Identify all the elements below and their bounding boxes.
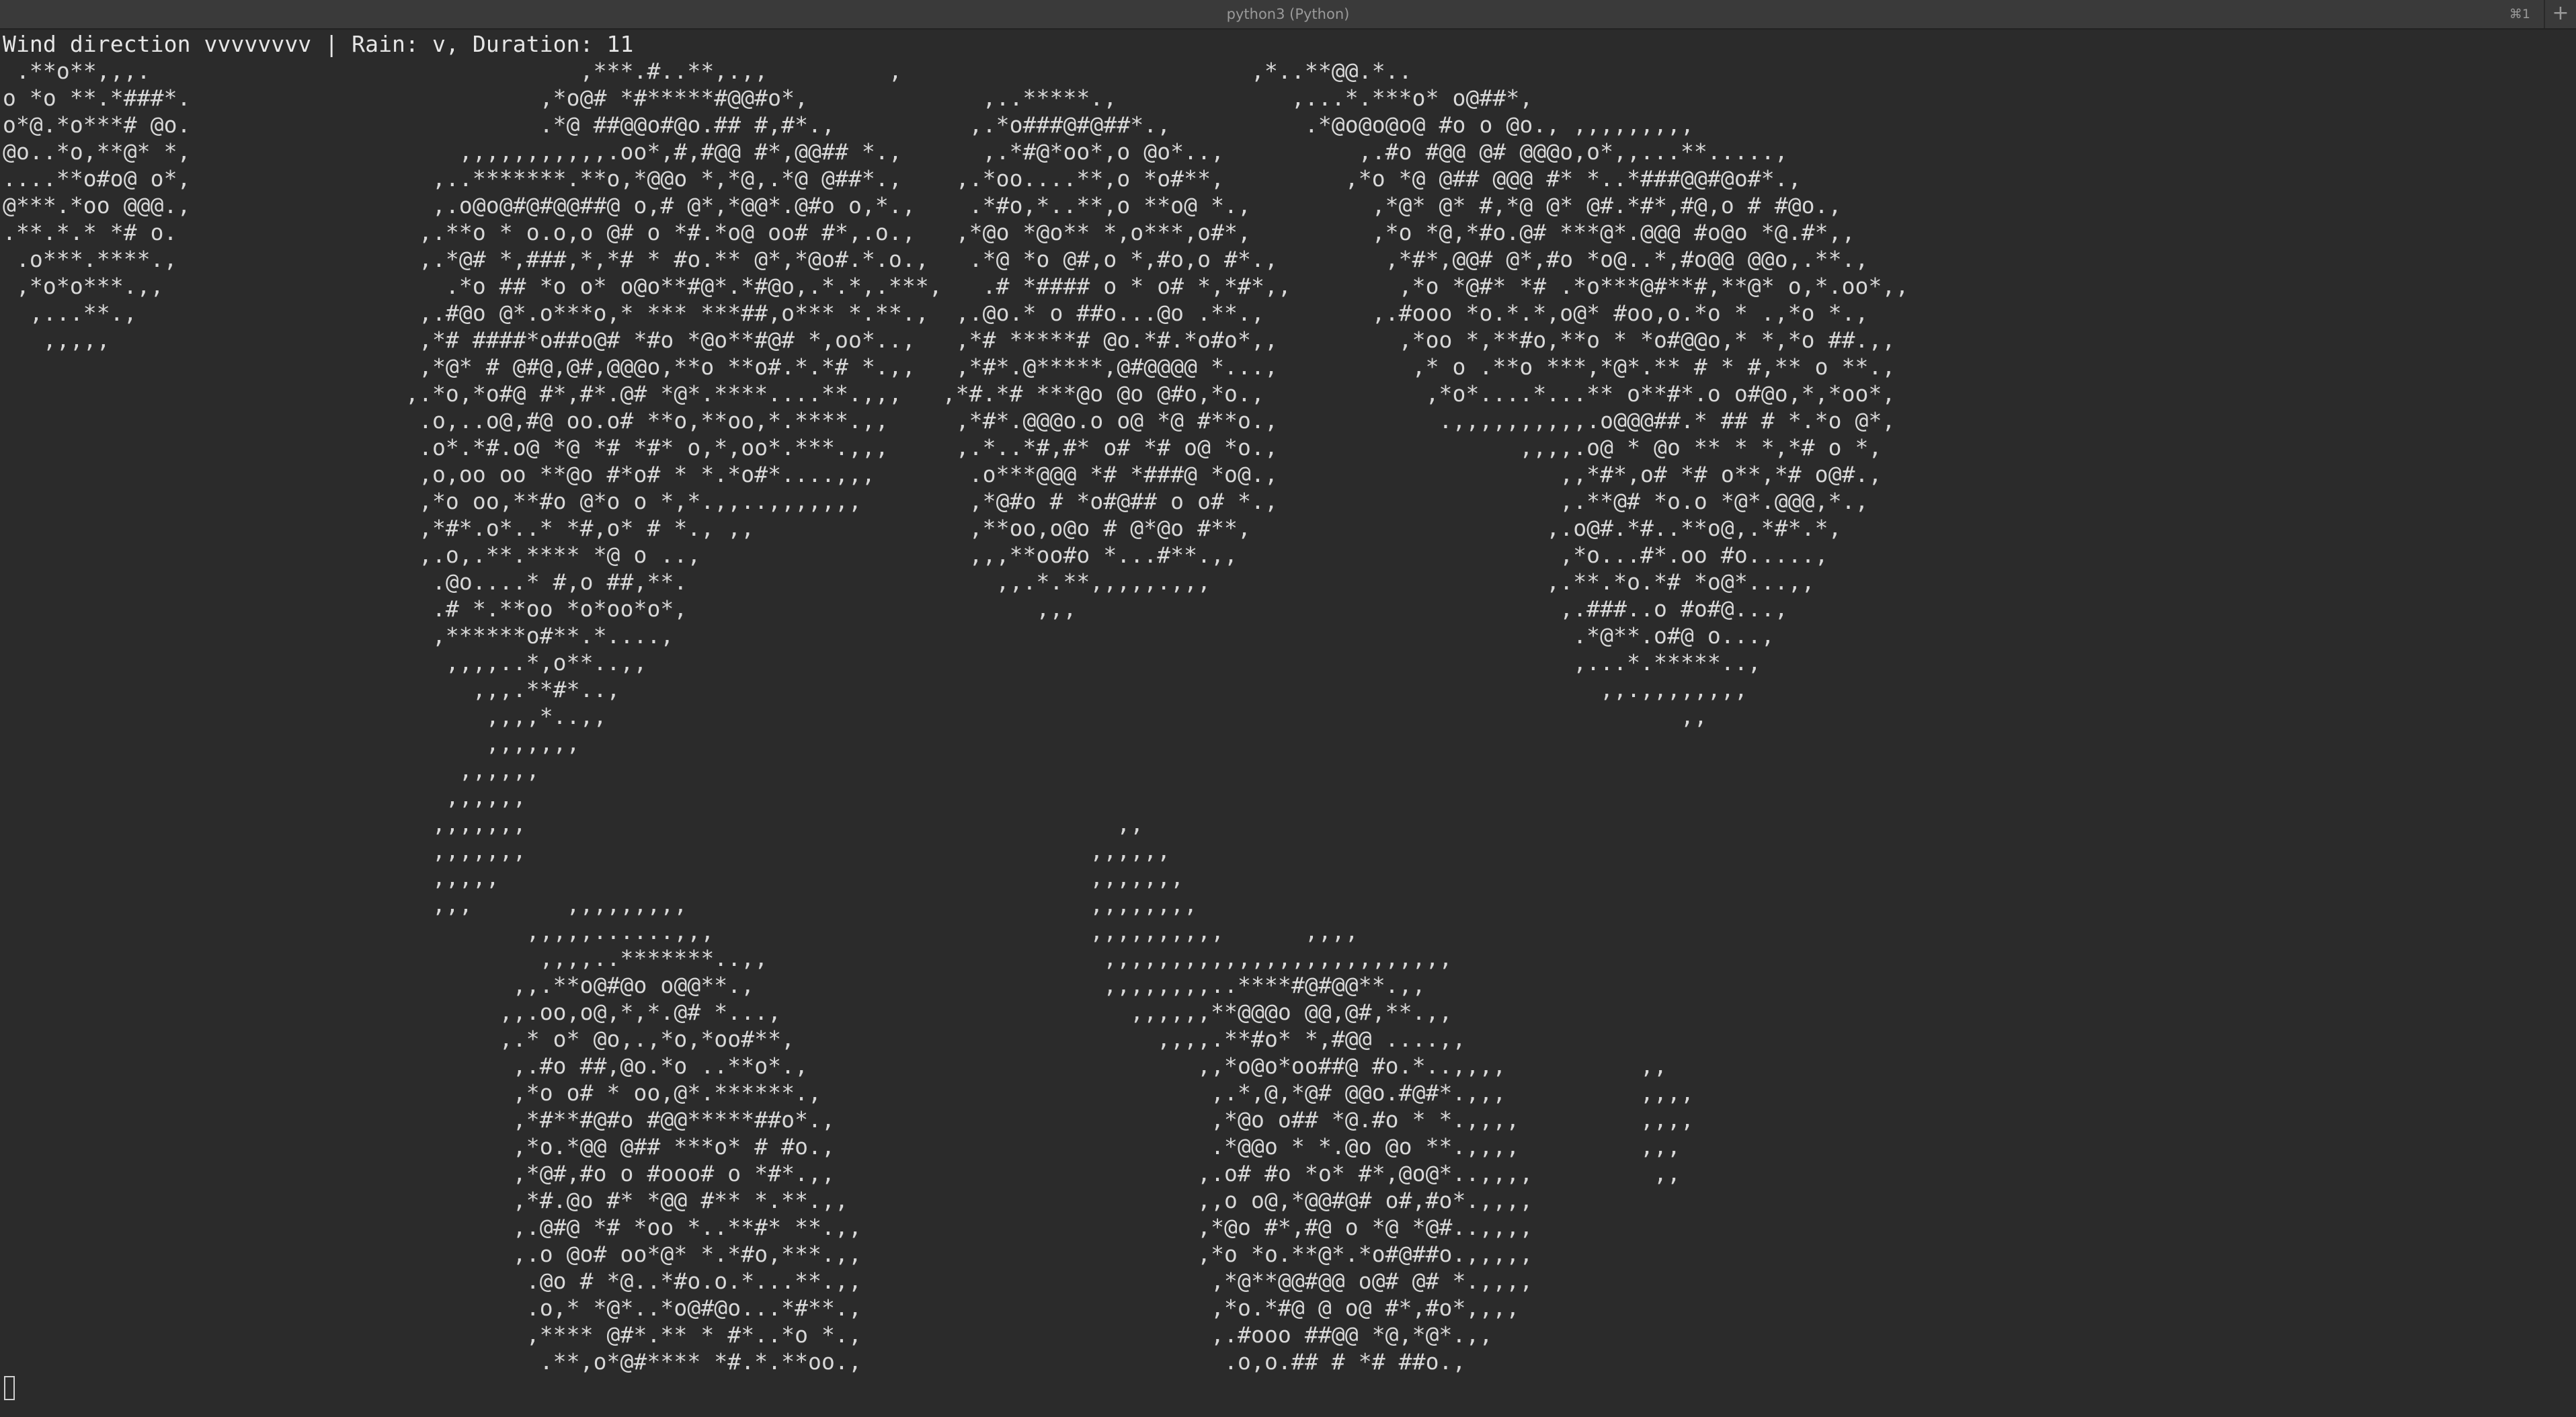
- title-bar: python3 (Python) ⌘1 +: [0, 0, 2576, 30]
- terminal-window: python3 (Python) ⌘1 + Wind direction vvv…: [0, 0, 2576, 1417]
- new-tab-button[interactable]: +: [2544, 0, 2576, 28]
- terminal-output[interactable]: Wind direction vvvvvvvv | Rain: v, Durat…: [3, 31, 2576, 1417]
- window-title: python3 (Python): [1226, 6, 1350, 22]
- text-cursor: [4, 1376, 15, 1400]
- ascii-rain-art: .**o**,,,. ,***.#..**,.,, , ,*..**@@.*..…: [3, 58, 1909, 1375]
- status-line: Wind direction vvvvvvvv | Rain: v, Durat…: [3, 31, 634, 57]
- keyboard-shortcut-label: ⌘1: [2509, 7, 2530, 22]
